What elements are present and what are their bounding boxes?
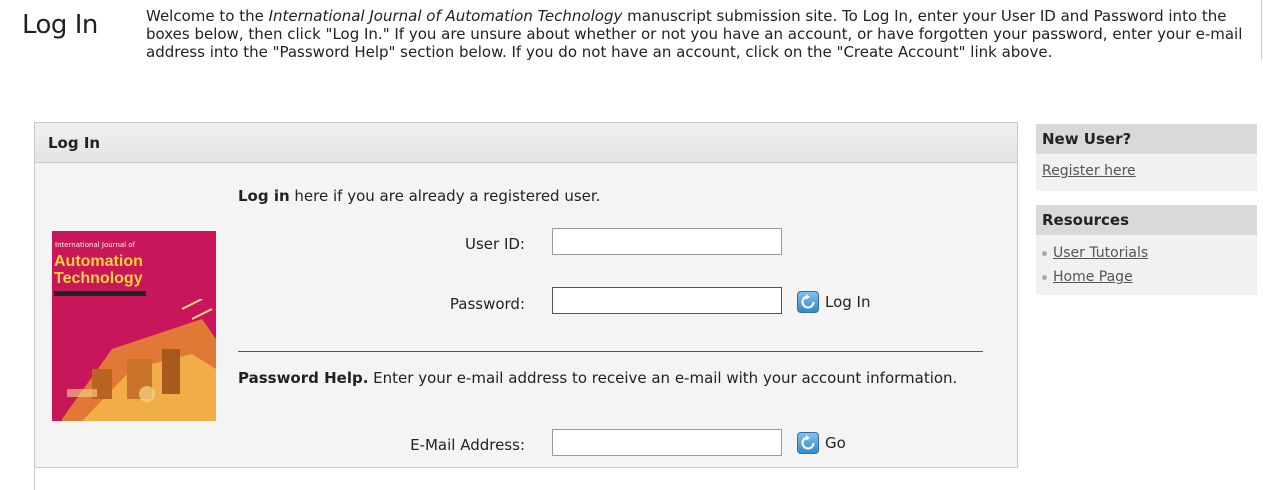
- email-label: E-Mail Address:: [410, 436, 525, 454]
- login-button-label: Log In: [825, 293, 871, 311]
- go-button[interactable]: Go: [797, 432, 846, 454]
- user-id-input[interactable]: [552, 228, 782, 255]
- page-title: Log In: [22, 10, 98, 40]
- cover-title-line: Automation: [54, 253, 143, 270]
- login-intro-bold: Log in: [238, 187, 290, 205]
- password-help-description: Enter your e-mail address to receive an …: [368, 369, 958, 387]
- bullet-dot-icon: [1042, 250, 1047, 256]
- password-input[interactable]: [552, 287, 782, 314]
- register-link[interactable]: Register here: [1042, 163, 1136, 179]
- resources-header: Resources: [1036, 205, 1257, 235]
- welcome-text: Welcome to the International Journal of …: [146, 7, 1258, 61]
- cover-title: Automation Technology: [54, 253, 143, 287]
- cover-bar: [54, 291, 146, 296]
- resources-section: User Tutorials Home Page: [1036, 235, 1257, 295]
- password-label: Password:: [449, 295, 525, 313]
- cover-artwork: [52, 299, 216, 421]
- refresh-arrow-icon: [797, 432, 819, 454]
- section-divider: [238, 351, 983, 352]
- cover-tag: International Journal of: [55, 241, 136, 249]
- login-intro-text: here if you are already a registered use…: [289, 187, 601, 205]
- password-help-title: Password Help.: [238, 369, 369, 387]
- login-panel-title: Log In: [35, 123, 1017, 163]
- refresh-arrow-icon: [797, 291, 819, 313]
- email-input[interactable]: [552, 429, 782, 456]
- login-button[interactable]: Log In: [797, 291, 871, 313]
- new-user-header: New User?: [1036, 124, 1257, 154]
- divider-line: [1261, 0, 1262, 60]
- go-button-label: Go: [825, 434, 846, 452]
- list-item: User Tutorials: [1042, 241, 1251, 265]
- welcome-text-start: Welcome to the: [146, 7, 269, 25]
- right-sidebar: New User? Register here Resources User T…: [1036, 124, 1257, 295]
- list-item: Home Page: [1042, 265, 1251, 289]
- journal-cover-image: International Journal of Automation Tech…: [52, 231, 216, 421]
- login-intro: Log in here if you are already a registe…: [238, 187, 600, 205]
- password-help-text: Password Help. Enter your e-mail address…: [238, 369, 978, 387]
- journal-name: International Journal of Automation Tech…: [268, 7, 623, 25]
- new-user-section: Register here: [1036, 154, 1257, 191]
- login-panel: Log In International Journal of Automati…: [34, 122, 1018, 468]
- divider-line: [34, 468, 35, 490]
- user-tutorials-link[interactable]: User Tutorials: [1053, 241, 1148, 265]
- cover-title-line: Technology: [54, 270, 143, 287]
- bullet-dot-icon: [1042, 274, 1047, 280]
- user-id-label: User ID:: [465, 235, 525, 253]
- home-page-link[interactable]: Home Page: [1053, 265, 1133, 289]
